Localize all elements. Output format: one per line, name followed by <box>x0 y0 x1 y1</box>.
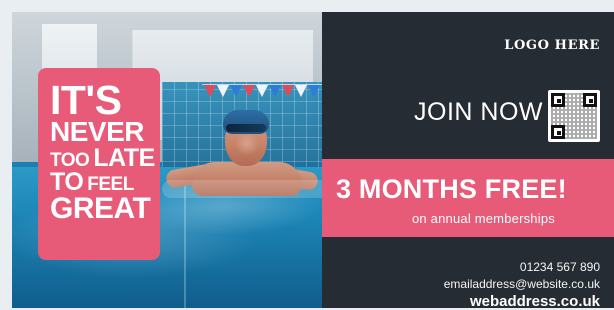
water-highlight <box>162 180 322 198</box>
bunting-flag-2 <box>217 85 229 97</box>
bunting-flag-6 <box>269 85 281 97</box>
offer-subtitle: on annual memberships <box>412 211 555 226</box>
info-panel: LOGO HERE JOIN NOW 3 MONTHS FREE! on ann… <box>322 12 614 310</box>
qr-code-icon[interactable] <box>548 90 600 142</box>
headline-line-3b: LATE <box>93 143 155 172</box>
headline-line-4a: TO <box>50 168 84 197</box>
headline-row-4: TO FEEL <box>50 168 155 197</box>
bunting-flag-1 <box>204 85 216 97</box>
qr-finder-top-right <box>583 93 597 107</box>
website-url[interactable]: webaddress.co.uk <box>444 293 600 310</box>
phone-number: 01234 567 890 <box>519 260 600 274</box>
headline-row-3: TOO LATE <box>50 143 155 172</box>
email-address[interactable]: emailaddress@website.co.uk <box>444 277 600 291</box>
bunting-flag-8 <box>295 85 307 97</box>
offer-title: 3 MONTHS FREE! <box>336 174 567 204</box>
qr-finder-bottom-left <box>551 125 565 139</box>
headline: IT'S NEVER TOO LATE TO FEEL GREAT <box>50 77 155 226</box>
bunting-flag-3 <box>230 85 242 97</box>
qr-finder-top-left <box>551 93 565 107</box>
bunting-flag-5 <box>256 85 268 97</box>
contact-block: 01234 567 890 emailaddress@website.co.uk… <box>444 260 600 310</box>
headline-line-1: IT'S <box>50 77 122 123</box>
headline-line-3a: TOO <box>50 149 90 171</box>
bunting-flag-7 <box>282 85 294 97</box>
goggles-icon <box>226 124 266 132</box>
headline-line-5: GREAT <box>50 192 151 226</box>
join-now-text: JOIN NOW <box>414 98 543 126</box>
logo-text: LOGO HERE <box>504 38 600 53</box>
headline-line-2: NEVER <box>50 116 144 148</box>
bunting-flag-9 <box>308 85 320 97</box>
bunting-flag-4 <box>243 85 255 97</box>
ad-banner: IT'S NEVER TOO LATE TO FEEL GREAT LOGO H… <box>0 0 614 310</box>
